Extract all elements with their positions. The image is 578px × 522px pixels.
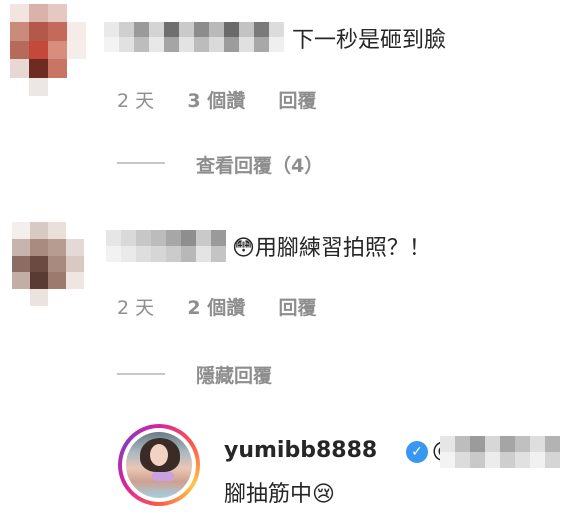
like-count[interactable]: 2 個讚 (187, 297, 245, 319)
like-count[interactable]: 3 個讚 (187, 90, 245, 112)
reply-button[interactable]: 回覆 (278, 90, 316, 112)
avatar-ring-gap (122, 428, 196, 502)
reply-text: 腳抽筋中😢 (224, 482, 335, 507)
comment-time: 2 天 (117, 90, 155, 112)
comment-meta: 2 天 2 個讚 回覆 (117, 293, 317, 320)
verified-badge-icon: ✓ (406, 441, 428, 463)
view-replies-button[interactable]: 查看回覆（4） (196, 151, 323, 178)
avatar[interactable] (12, 222, 84, 306)
mentioned-username-blurred[interactable] (440, 436, 560, 468)
reply-divider (117, 162, 165, 164)
comment-text: 😳用腳練習拍照？！ (232, 236, 431, 261)
reply-username[interactable]: yumibb8888 (224, 438, 377, 463)
comment-text: 下一秒是砸到臉 (292, 28, 447, 53)
hide-replies-button[interactable]: 隱藏回覆 (196, 361, 272, 388)
avatar-face (150, 444, 168, 466)
comment-meta: 2 天 3 個讚 回覆 (117, 86, 317, 113)
comment-time: 2 天 (117, 297, 155, 319)
username-blurred[interactable] (104, 22, 284, 52)
reply-divider (117, 373, 165, 375)
story-ring-avatar[interactable] (118, 424, 200, 506)
avatar (126, 432, 192, 498)
avatar[interactable] (10, 4, 86, 96)
reply-button[interactable]: 回覆 (278, 297, 316, 319)
username-blurred[interactable] (106, 230, 226, 262)
avatar-detail (152, 472, 174, 481)
